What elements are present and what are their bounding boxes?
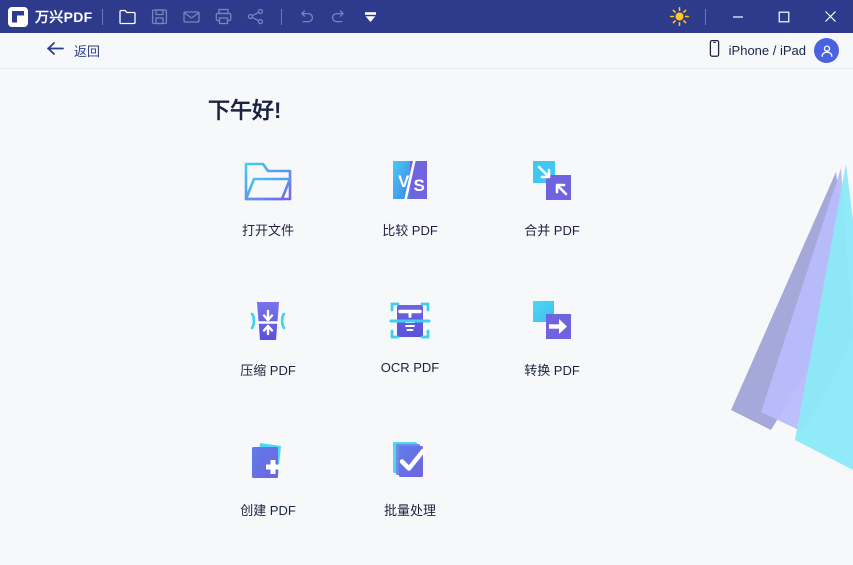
toolbar-divider-1: [101, 8, 103, 25]
share-icon[interactable]: [240, 0, 272, 33]
brand-name: 万兴PDF: [35, 8, 93, 25]
minimize-button[interactable]: [715, 0, 761, 33]
svg-text:V: V: [398, 172, 410, 191]
tile-label: 压缩 PDF: [240, 363, 296, 378]
device-label: iPhone / iPad: [728, 43, 806, 58]
more-dropdown-icon[interactable]: [355, 0, 387, 33]
title-toolbar: [112, 0, 387, 33]
create-pdf-icon: [241, 434, 295, 488]
tile-merge-pdf[interactable]: 合并 PDF: [481, 144, 623, 284]
main-content: 下午好! 打开文件 V S 比较 PDF 合并 PDF 压缩 PDF OCR P…: [0, 69, 853, 565]
device-group[interactable]: iPhone / iPad: [708, 38, 839, 63]
tile-create-pdf[interactable]: 创建 PDF: [197, 424, 339, 564]
title-bar: 万兴PDF: [0, 0, 853, 33]
tile-label: 批量处理: [383, 503, 436, 518]
mail-icon[interactable]: [176, 0, 208, 33]
tool-grid: 打开文件 V S 比较 PDF 合并 PDF 压缩 PDF OCR PDF 转换…: [197, 144, 623, 564]
tile-compare-pdf[interactable]: V S 比较 PDF: [339, 144, 481, 284]
maximize-button[interactable]: [761, 0, 807, 33]
close-button[interactable]: [807, 0, 853, 33]
user-avatar-icon[interactable]: [814, 38, 839, 63]
svg-text:S: S: [414, 176, 425, 195]
tile-label: 合并 PDF: [524, 223, 580, 238]
print-icon[interactable]: [208, 0, 240, 33]
tile-open-file[interactable]: 打开文件: [197, 144, 339, 284]
compare-pdf-icon: V S: [383, 154, 437, 208]
compress-pdf-icon: [241, 294, 295, 348]
wondershare-logo-icon: [8, 6, 28, 27]
app-window: 万兴PDF 返回 iPhone / iPad 下午好! 打开文件 V S 比较 …: [0, 0, 853, 565]
titlebar-divider-3: [705, 8, 706, 25]
tile-label: 转换 PDF: [524, 363, 580, 378]
tile-convert-pdf[interactable]: 转换 PDF: [481, 284, 623, 424]
brand: 万兴PDF: [0, 6, 93, 27]
tile-batch-process[interactable]: 批量处理: [339, 424, 481, 564]
undo-icon[interactable]: [291, 0, 323, 33]
phone-icon: [708, 39, 721, 63]
open-file-icon[interactable]: [112, 0, 144, 33]
merge-pdf-icon: [525, 154, 579, 208]
redo-icon[interactable]: [323, 0, 355, 33]
tile-label: OCR PDF: [380, 360, 440, 375]
ocr-pdf-icon: [383, 294, 437, 348]
sub-toolbar: 返回 iPhone / iPad: [0, 33, 853, 69]
tile-compress-pdf[interactable]: 压缩 PDF: [197, 284, 339, 424]
open-folder-icon: [241, 154, 295, 208]
back-label: 返回: [74, 44, 101, 59]
tile-label: 打开文件: [241, 223, 294, 238]
sun-icon[interactable]: [662, 0, 696, 33]
tile-label: 比较 PDF: [382, 223, 438, 238]
arrow-left-icon: [46, 41, 65, 61]
tile-ocr-pdf[interactable]: OCR PDF: [339, 284, 481, 424]
back-button[interactable]: 返回: [46, 41, 100, 61]
batch-process-icon: [383, 434, 437, 488]
toolbar-divider-2: [280, 8, 282, 25]
page-title: 下午好!: [208, 98, 282, 123]
convert-pdf-icon: [525, 294, 579, 348]
save-icon[interactable]: [144, 0, 176, 33]
tile-label: 创建 PDF: [240, 503, 296, 518]
